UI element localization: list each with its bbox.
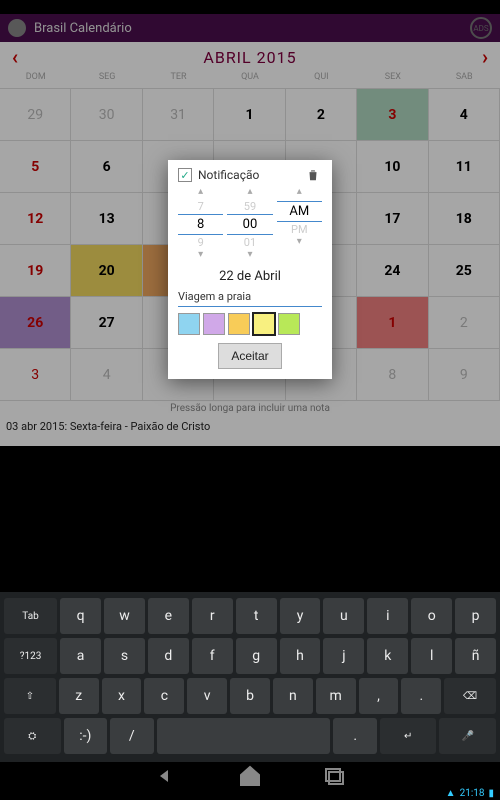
minute-column[interactable]: ▴ 59 00 01 ▾ — [227, 186, 272, 263]
key-c[interactable]: c — [144, 678, 184, 714]
key-d[interactable]: d — [148, 638, 189, 674]
color-swatch[interactable] — [203, 313, 225, 335]
key-x[interactable]: x — [102, 678, 142, 714]
chevron-down-icon[interactable]: ▾ — [277, 236, 322, 250]
chevron-down-icon[interactable]: ▾ — [227, 249, 272, 263]
key-z[interactable]: z — [59, 678, 99, 714]
event-date-label: 22 de Abril — [178, 269, 322, 284]
key-enter[interactable]: ↵ — [380, 718, 437, 754]
system-bar: ▲ 21:18 ▮ — [0, 786, 500, 800]
key-shift[interactable]: ⇧ — [4, 678, 56, 714]
chevron-up-icon[interactable]: ▴ — [227, 186, 272, 200]
key-y[interactable]: y — [280, 598, 321, 634]
key-t[interactable]: t — [236, 598, 277, 634]
key-a[interactable]: a — [60, 638, 101, 674]
chevron-up-icon[interactable]: ▴ — [178, 186, 223, 200]
wifi-icon: ▲ — [446, 788, 456, 799]
color-swatches — [178, 313, 322, 335]
key-.[interactable]: . — [401, 678, 441, 714]
key-n[interactable]: n — [273, 678, 313, 714]
key-s[interactable]: s — [104, 638, 145, 674]
key-ñ[interactable]: ñ — [455, 638, 496, 674]
key-q[interactable]: q — [60, 598, 101, 634]
color-swatch[interactable] — [278, 313, 300, 335]
home-button[interactable] — [238, 764, 262, 784]
key-i[interactable]: i — [367, 598, 408, 634]
soft-keyboard: Tabqwertyuiop?123asdfghjklñ⇧zxcvbnm,.⌫⛭:… — [0, 592, 500, 762]
key-e[interactable]: e — [148, 598, 189, 634]
key-Tab[interactable]: Tab — [4, 598, 57, 634]
event-note-input[interactable]: Viagem a praia — [178, 288, 322, 307]
key-/[interactable]: / — [110, 718, 153, 754]
key-.[interactable]: . — [333, 718, 376, 754]
key-v[interactable]: v — [187, 678, 227, 714]
key-m[interactable]: m — [316, 678, 356, 714]
key-j[interactable]: j — [323, 638, 364, 674]
clock: 21:18 — [460, 788, 485, 799]
color-swatch[interactable] — [228, 313, 250, 335]
key-,[interactable]: , — [359, 678, 399, 714]
key-mic[interactable]: 🎤 — [439, 718, 496, 754]
key-settings[interactable]: ⛭ — [4, 718, 61, 754]
delete-icon[interactable] — [306, 168, 322, 182]
key-h[interactable]: h — [280, 638, 321, 674]
color-swatch[interactable] — [178, 313, 200, 335]
key-:-)[interactable]: :-) — [64, 718, 107, 754]
time-picker[interactable]: ▴ 7 8 9 ▾ ▴ 59 00 01 ▾ ▴ AM PM ▾ — [178, 186, 322, 263]
event-dialog: ✓ Notificação ▴ 7 8 9 ▾ ▴ 59 00 01 ▾ ▴ A… — [168, 160, 332, 379]
chevron-down-icon[interactable]: ▾ — [178, 249, 223, 263]
key-w[interactable]: w — [104, 598, 145, 634]
battery-icon: ▮ — [488, 788, 494, 799]
key-o[interactable]: o — [411, 598, 452, 634]
key-k[interactable]: k — [367, 638, 408, 674]
ampm-column[interactable]: ▴ AM PM ▾ — [277, 186, 322, 263]
key-g[interactable]: g — [236, 638, 277, 674]
color-swatch[interactable] — [253, 313, 275, 335]
accept-button[interactable]: Aceitar — [218, 343, 281, 369]
key-u[interactable]: u — [323, 598, 364, 634]
chevron-up-icon[interactable]: ▴ — [277, 186, 322, 200]
key-backspace[interactable]: ⌫ — [444, 678, 496, 714]
android-nav-bar — [0, 762, 500, 786]
key-r[interactable]: r — [192, 598, 233, 634]
notification-label: Notificação — [198, 168, 259, 182]
key-l[interactable]: l — [411, 638, 452, 674]
notification-checkbox[interactable]: ✓ — [178, 168, 192, 182]
recent-button[interactable] — [322, 764, 346, 784]
back-button[interactable] — [154, 764, 178, 784]
key-f[interactable]: f — [192, 638, 233, 674]
key-b[interactable]: b — [230, 678, 270, 714]
key-p[interactable]: p — [455, 598, 496, 634]
hour-column[interactable]: ▴ 7 8 9 ▾ — [178, 186, 223, 263]
key-symbols[interactable]: ?123 — [4, 638, 57, 674]
key-space[interactable] — [157, 718, 331, 754]
